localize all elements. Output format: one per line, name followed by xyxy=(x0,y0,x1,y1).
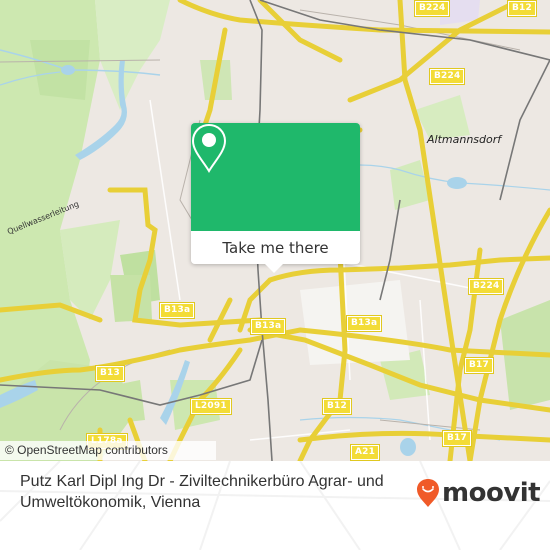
brand-name: moovit xyxy=(442,478,541,508)
place-label: Altmannsdorf xyxy=(427,133,502,146)
road-shield: B12 xyxy=(507,0,537,17)
footer: Putz Karl Dipl Ing Dr - Ziviltechnikerbü… xyxy=(0,461,550,550)
map-pin-icon xyxy=(191,123,227,173)
popup-pointer xyxy=(265,264,283,273)
road-shield: B13a xyxy=(345,315,383,332)
road-shield: B17 xyxy=(442,430,472,447)
road-shield: B224 xyxy=(467,278,505,295)
road-shield: B13 xyxy=(95,365,125,382)
popup-header xyxy=(191,123,360,231)
road-shield: A21 xyxy=(349,444,381,461)
road-shield: B13a xyxy=(158,302,196,319)
road-shield: B224 xyxy=(428,68,466,85)
road-shield: B12 xyxy=(322,398,352,415)
road-shield: B224 xyxy=(413,0,451,17)
map-view[interactable]: Quellwasserleitung Altmannsdorf B224 B12… xyxy=(0,0,550,461)
road-shield: B13a xyxy=(249,318,287,335)
moovit-logo-icon xyxy=(417,479,439,507)
road-shield: L2091 xyxy=(190,398,232,415)
road-shield: B17 xyxy=(464,357,494,374)
take-me-there-button[interactable]: Take me there xyxy=(191,231,360,264)
place-name: Putz Karl Dipl Ing Dr - Ziviltechnikerbü… xyxy=(20,473,384,511)
location-popup: Take me there xyxy=(191,123,360,273)
moovit-brand[interactable]: moovit xyxy=(416,478,541,508)
map-attribution[interactable]: © OpenStreetMap contributors xyxy=(0,441,216,460)
